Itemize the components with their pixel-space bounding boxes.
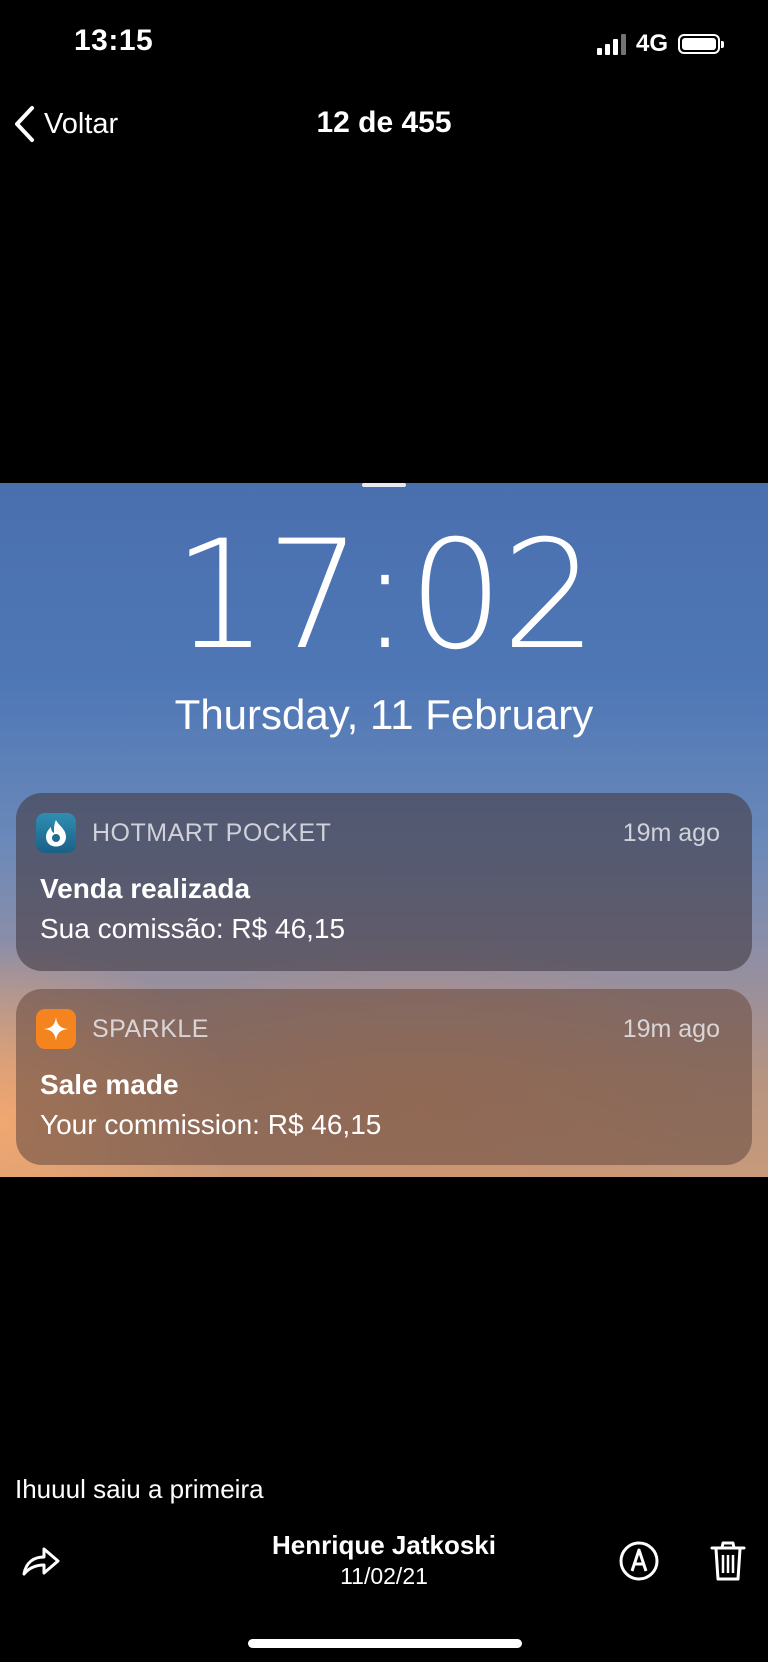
notification-body: Your commission: R$ 46,15 — [40, 1109, 382, 1140]
notification-time: 19m ago — [622, 1015, 720, 1043]
markup-button[interactable] — [618, 1540, 660, 1582]
delete-button[interactable] — [708, 1540, 748, 1582]
notification-body: Sua comissão: R$ 46,15 — [40, 913, 346, 944]
notification-card: HOTMART POCKET 19m ago Venda realizada S… — [16, 793, 752, 971]
photo-caption: Ihuuul saiu a primeira — [15, 1474, 264, 1504]
notification-title: Venda realizada — [40, 873, 251, 904]
status-time: 13:15 — [74, 24, 154, 57]
lock-screen-date: Thursday, 11 February — [174, 691, 594, 738]
home-indicator — [248, 1639, 522, 1648]
lock-screen-time: 17:02 — [172, 509, 597, 683]
signal-icon — [596, 33, 626, 55]
notification-card: SPARKLE 19m ago Sale made Your commissio… — [16, 989, 752, 1165]
network-label: 4G — [635, 30, 668, 57]
lock-notch — [362, 483, 406, 487]
trash-icon — [710, 1541, 746, 1581]
sparkle-icon — [36, 1009, 76, 1049]
notification-title: Sale made — [40, 1069, 179, 1100]
notification-app-name: HOTMART POCKET — [92, 819, 332, 847]
markup-icon — [619, 1541, 659, 1581]
hotmart-icon — [36, 813, 76, 853]
status-indicators: 4G — [596, 28, 724, 60]
photo-image[interactable]: 17:02 Thursday, 11 February HOTMART POCK… — [0, 483, 768, 1177]
battery-icon — [678, 34, 724, 54]
page-title: 12 de 455 — [316, 106, 452, 139]
notification-app-name: SPARKLE — [92, 1015, 209, 1043]
notification-time: 19m ago — [622, 819, 720, 847]
